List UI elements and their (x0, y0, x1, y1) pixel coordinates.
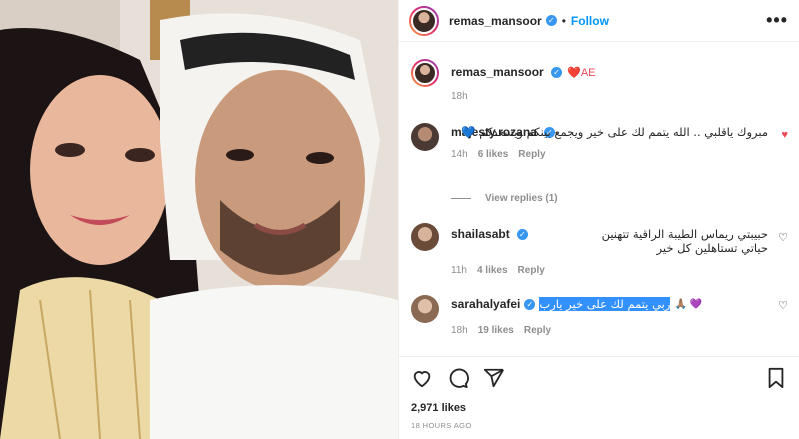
caption-time[interactable]: 18h (451, 91, 468, 102)
caption-line: remas_mansoor ✓ ❤️AE (451, 65, 768, 79)
comment-time[interactable]: 11h (451, 265, 467, 276)
comment-text: مبروك ياقلبي .. الله يتمم لك على خير ويج… (461, 125, 768, 139)
heart-icon[interactable] (411, 367, 433, 389)
verified-badge-icon: ✓ (516, 229, 528, 241)
comment-username[interactable]: shailasabt (451, 227, 510, 241)
follow-button[interactable]: Follow (571, 14, 609, 28)
comment-time[interactable]: 18h (451, 325, 468, 336)
commenter-avatar[interactable] (411, 295, 439, 323)
author-avatar[interactable] (409, 5, 439, 36)
comment-like-heart-icon[interactable]: ♡ (778, 299, 788, 312)
post-timestamp[interactable]: 18 HOURS AGO (411, 421, 472, 430)
view-replies[interactable]: View replies (1) (451, 193, 558, 204)
replies-divider (451, 198, 471, 199)
commenter-avatar[interactable] (411, 123, 439, 151)
comment-meta: 14h 6 likes Reply (451, 149, 768, 160)
post-actions: 2,971 likes 18 HOURS AGO (399, 356, 799, 439)
caption-avatar[interactable] (411, 59, 439, 87)
action-icons (411, 367, 505, 389)
comment-icon[interactable] (447, 367, 469, 389)
post-image (0, 0, 398, 439)
separator-dot: • (561, 13, 566, 28)
bookmark-icon[interactable] (766, 367, 786, 389)
likes-count[interactable]: 2,971 likes (411, 402, 466, 414)
commenter-avatar[interactable] (411, 223, 439, 251)
post-photo[interactable] (0, 0, 398, 439)
comment-like-heart-icon[interactable]: ♡ (778, 231, 788, 244)
share-icon[interactable] (483, 367, 505, 389)
caption-username[interactable]: remas_mansoor (451, 65, 544, 79)
comment-meta: 11h 4 likes Reply (451, 265, 768, 276)
comment-like-heart-icon[interactable]: ♥ (781, 129, 788, 141)
comment-header: sarahalyafei ✓ ربي يتمم لك على خير يارب … (451, 297, 768, 311)
post-side-panel: remas_mansoor ✓ • Follow ••• remas_manso… (398, 0, 799, 439)
verified-badge-icon: ✓ (550, 67, 562, 79)
comments-list[interactable]: remas_mansoor ✓ ❤️AE 18h majesty.rozana … (399, 43, 799, 355)
more-options-icon[interactable]: ••• (766, 10, 788, 31)
caption-meta: 18h (451, 91, 768, 102)
comment-username[interactable]: sarahalyafei (451, 297, 520, 311)
author-username[interactable]: remas_mansoor (449, 14, 542, 28)
reply-button[interactable]: Reply (518, 265, 545, 276)
comment-time[interactable]: 14h (451, 149, 468, 160)
comment-likes[interactable]: 19 likes (478, 325, 514, 336)
view-replies-label[interactable]: View replies (1) (485, 193, 558, 204)
comment-text: ربي يتمم لك على خير يارب (539, 297, 671, 311)
comment-likes[interactable]: 6 likes (478, 149, 509, 160)
comment-likes[interactable]: 4 likes (477, 265, 508, 276)
verified-badge-icon: ✓ (524, 298, 536, 310)
comment-meta: 18h 19 likes Reply (451, 325, 768, 336)
verified-badge-icon: ✓ (545, 15, 557, 26)
comment-emoji: 🙏🏽 💜 (674, 298, 703, 310)
reply-button[interactable]: Reply (518, 149, 545, 160)
reply-button[interactable]: Reply (524, 325, 551, 336)
caption-text: ❤️AE (567, 67, 596, 79)
post-header: remas_mansoor ✓ • Follow ••• (399, 0, 799, 42)
